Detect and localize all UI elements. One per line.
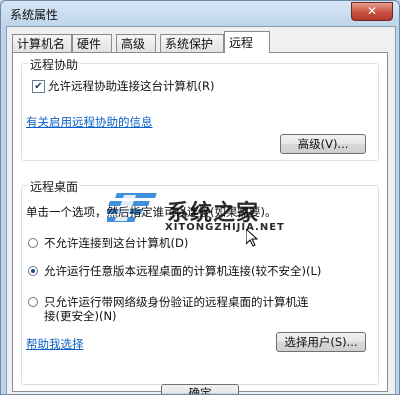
remote-assistance-title: 远程协助	[28, 56, 81, 73]
tab-remote[interactable]: 远程	[224, 31, 270, 53]
radio-disallow-label: 不允许连接到这台计算机(D)	[44, 236, 189, 250]
dialog-client-area: 计算机名 硬件 高级 系统保护 远程 远程协助 ✔ 允许远程协助连接这台计算机(…	[6, 26, 396, 394]
allow-remote-assistance-label: 允许远程协助连接这台计算机(R)	[48, 79, 215, 93]
allow-remote-assistance-checkbox[interactable]: ✔	[32, 80, 45, 93]
select-users-button[interactable]: 选择用户(S)...	[276, 332, 366, 352]
remote-desktop-instruction: 单击一个选项，然后指定谁可以连接(如果需要)。	[26, 205, 277, 219]
checkmark-icon: ✔	[34, 81, 43, 92]
tab-advanced[interactable]: 高级	[116, 34, 156, 52]
remote-assistance-group: 远程协助 ✔ 允许远程协助连接这台计算机(R) 有关启用远程协助的信息 高级(V…	[21, 56, 379, 161]
remote-tab-panel: 远程协助 ✔ 允许远程协助连接这台计算机(R) 有关启用远程协助的信息 高级(V…	[12, 52, 388, 392]
window-title: 系统属性	[10, 8, 59, 22]
radio-allow-any-version[interactable]	[28, 266, 38, 276]
radio-allow-nla[interactable]	[28, 297, 38, 307]
radio-disallow[interactable]	[28, 238, 38, 248]
radio-allow-nla-label-line2: 接(更安全)(N)	[44, 309, 117, 323]
radio-allow-any-version-label: 允许运行任意版本远程桌面的计算机连接(较不安全)(L)	[44, 264, 322, 278]
remote-desktop-title: 远程桌面	[28, 178, 81, 195]
ok-button[interactable]: 确定	[161, 384, 239, 394]
remote-desktop-group: 远程桌面 单击一个选项，然后指定谁可以连接(如果需要)。 不允许连接到这台计算机…	[21, 178, 379, 385]
close-icon: ✕	[366, 4, 378, 18]
radio-selected-dot	[31, 269, 35, 273]
tab-system-protection[interactable]: 系统保护	[160, 34, 224, 52]
advanced-button[interactable]: 高级(V)...	[280, 134, 366, 154]
tab-hardware[interactable]: 硬件	[72, 34, 112, 52]
title-bar[interactable]: 系统属性 ✕	[1, 1, 399, 25]
tab-computer-name[interactable]: 计算机名	[12, 34, 72, 52]
system-properties-window: 系统属性 ✕ 计算机名 硬件 高级 系统保护 远程 远程协助 ✔ 允许远程协助连…	[0, 0, 400, 395]
remote-assistance-info-link[interactable]: 有关启用远程协助的信息	[26, 114, 153, 130]
close-button[interactable]: ✕	[351, 2, 393, 21]
mouse-cursor-icon	[246, 229, 258, 247]
help-me-choose-link[interactable]: 帮助我选择	[26, 336, 84, 352]
